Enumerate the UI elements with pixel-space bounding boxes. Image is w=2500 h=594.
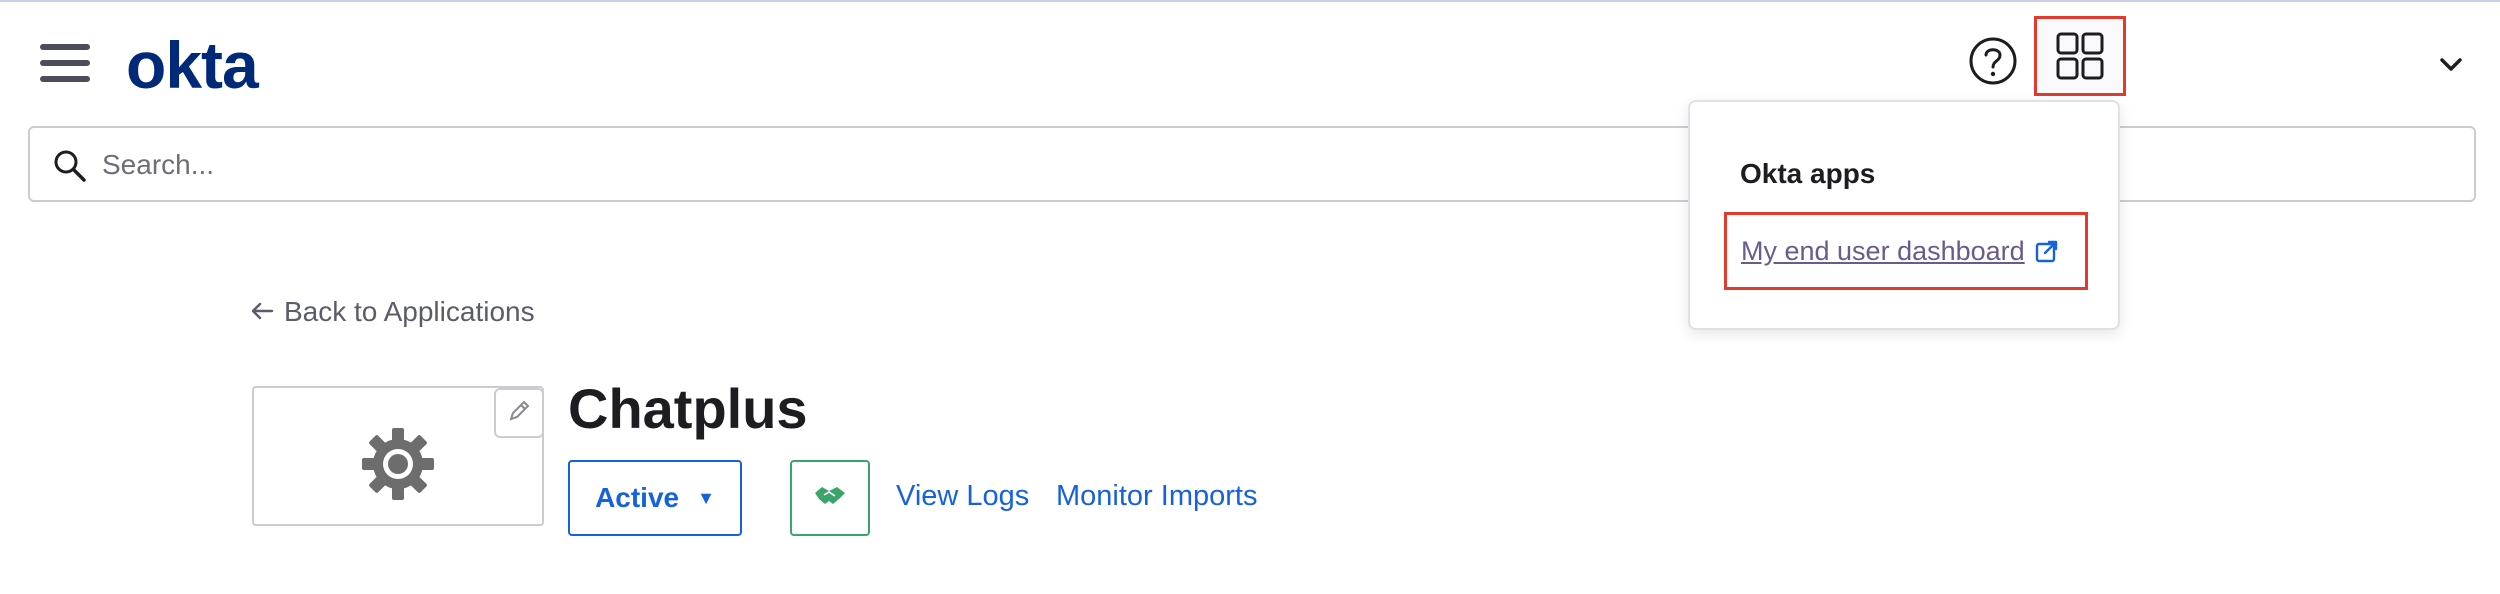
external-link-icon [2035, 239, 2059, 263]
okta-apps-dropdown: Okta apps My end user dashboard [1688, 100, 2120, 330]
gear-icon [358, 424, 438, 504]
edit-logo-button[interactable] [494, 388, 544, 438]
status-dropdown-button[interactable]: Active ▼ [568, 460, 742, 536]
provisioning-button[interactable] [790, 460, 870, 536]
hamburger-menu-icon[interactable] [40, 40, 92, 84]
monitor-imports-link[interactable]: Monitor Imports [1056, 480, 1257, 513]
apps-grid-icon[interactable] [2034, 16, 2126, 96]
dropdown-title: Okta apps [1740, 158, 1876, 189]
search-icon [52, 148, 88, 184]
handshake-icon [813, 483, 847, 514]
app-title: Chatplus [568, 377, 808, 440]
back-to-applications-link[interactable]: Back to Applications [250, 296, 535, 328]
arrow-left-icon [250, 296, 274, 328]
end-user-dashboard-label[interactable]: My end user dashboard [1741, 236, 2025, 267]
help-circle-icon[interactable] [1968, 36, 2018, 86]
end-user-dashboard-link[interactable]: My end user dashboard [1724, 212, 2088, 290]
pencil-icon [506, 398, 532, 429]
view-logs-link[interactable]: View Logs [896, 480, 1029, 513]
back-link-label[interactable]: Back to Applications [284, 296, 535, 328]
status-label: Active [595, 482, 680, 513]
okta-logo[interactable]: okta [126, 28, 259, 102]
caret-down-icon: ▼ [697, 487, 715, 508]
chevron-down-icon[interactable] [2436, 52, 2466, 76]
top-border [0, 0, 2500, 2]
